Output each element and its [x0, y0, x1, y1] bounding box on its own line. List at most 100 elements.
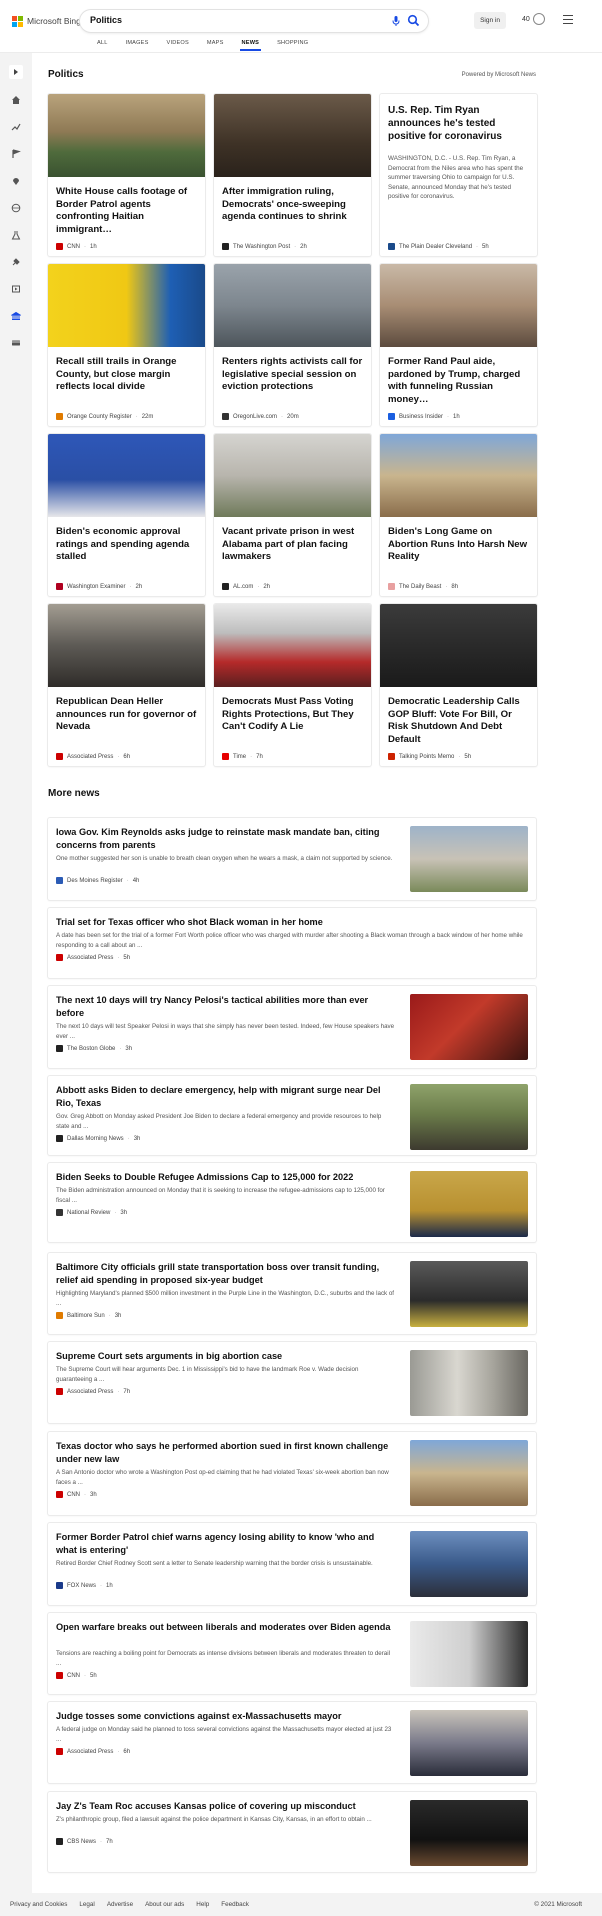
news-title[interactable]: Baltimore City officials grill state tra…: [56, 1261, 396, 1286]
border-patrol-horse-photo[interactable]: [48, 94, 205, 177]
news-list-item[interactable]: Former Border Patrol chief warns agency …: [48, 1523, 536, 1605]
card-title[interactable]: U.S. Rep. Tim Ryan announces he's tested…: [388, 104, 529, 143]
news-list-item[interactable]: Baltimore City officials grill state tra…: [48, 1253, 536, 1334]
card-title[interactable]: Vacant private prison in west Alabama pa…: [222, 526, 363, 564]
news-list-item[interactable]: Abbott asks Biden to declare emergency, …: [48, 1076, 536, 1155]
news-list-item[interactable]: Iowa Gov. Kim Reynolds asks judge to rei…: [48, 818, 536, 900]
card-title[interactable]: After immigration ruling, Democrats' onc…: [222, 186, 363, 224]
news-list-item[interactable]: Judge tosses some convictions against ex…: [48, 1702, 536, 1783]
source-name[interactable]: OregonLive.com: [233, 414, 277, 420]
source-name[interactable]: Business Insider: [399, 414, 443, 420]
news-thumbnail[interactable]: [410, 1621, 528, 1687]
source-name[interactable]: CNN: [67, 1492, 80, 1498]
search-box[interactable]: Politics: [80, 10, 428, 32]
source-name[interactable]: Associated Press: [67, 1749, 113, 1755]
expand-icon[interactable]: [9, 65, 23, 79]
news-title[interactable]: Judge tosses some convictions against ex…: [56, 1710, 396, 1723]
source-name[interactable]: The Daily Beast: [399, 584, 441, 590]
source-name[interactable]: CNN: [67, 1673, 80, 1679]
card-title[interactable]: White House calls footage of Border Patr…: [56, 186, 197, 236]
news-list-item[interactable]: Texas doctor who says he performed abort…: [48, 1432, 536, 1515]
news-card[interactable]: U.S. Rep. Tim Ryan announces he's tested…: [380, 94, 537, 256]
news-list-item[interactable]: Biden Seeks to Double Refugee Admissions…: [48, 1163, 536, 1242]
news-thumbnail[interactable]: [410, 994, 528, 1060]
news-title[interactable]: Iowa Gov. Kim Reynolds asks judge to rei…: [56, 826, 396, 851]
news-thumbnail[interactable]: [410, 1440, 528, 1506]
footer-link[interactable]: Legal: [79, 1901, 94, 1908]
news-title[interactable]: Biden Seeks to Double Refugee Admissions…: [56, 1171, 396, 1184]
footer-link[interactable]: About our ads: [145, 1901, 184, 1908]
source-name[interactable]: The Boston Globe: [67, 1046, 115, 1052]
world-icon[interactable]: [9, 201, 23, 215]
news-card[interactable]: Vacant private prison in west Alabama pa…: [214, 434, 371, 596]
hamburger-menu-icon[interactable]: [563, 15, 573, 24]
news-list-item[interactable]: Supreme Court sets arguments in big abor…: [48, 1342, 536, 1423]
source-name[interactable]: Dallas Morning News: [67, 1136, 124, 1142]
news-title[interactable]: Abbott asks Biden to declare emergency, …: [56, 1084, 396, 1109]
source-name[interactable]: National Review: [67, 1210, 110, 1216]
card-title[interactable]: Republican Dean Heller announces run for…: [56, 696, 197, 734]
footer-link[interactable]: Feedback: [221, 1901, 249, 1908]
news-list-item[interactable]: Jay Z's Team Roc accuses Kansas police o…: [48, 1792, 536, 1872]
news-thumbnail[interactable]: [410, 1350, 528, 1416]
flag-icon[interactable]: [9, 147, 23, 161]
source-name[interactable]: The Plain Dealer Cleveland: [399, 244, 472, 250]
news-card[interactable]: Recall still trails in Orange County, bu…: [48, 264, 205, 426]
pardons-paroles-sign-photo[interactable]: [214, 434, 371, 517]
source-name[interactable]: Associated Press: [67, 1389, 113, 1395]
news-card[interactable]: Biden's Long Game on Abortion Runs Into …: [380, 434, 537, 596]
news-title[interactable]: Former Border Patrol chief warns agency …: [56, 1531, 396, 1556]
news-thumbnail[interactable]: [410, 1800, 528, 1866]
footer-link[interactable]: Advertise: [107, 1901, 133, 1908]
card-title[interactable]: Recall still trails in Orange County, bu…: [56, 356, 197, 394]
source-name[interactable]: Associated Press: [67, 754, 113, 760]
tab-news[interactable]: NEWS: [233, 38, 269, 51]
news-title[interactable]: Jay Z's Team Roc accuses Kansas police o…: [56, 1800, 396, 1813]
news-list-item[interactable]: The next 10 days will try Nancy Pelosi's…: [48, 986, 536, 1068]
news-thumbnail[interactable]: [410, 1084, 528, 1150]
news-card[interactable]: White House calls footage of Border Patr…: [48, 94, 205, 256]
capitol-dome-photo[interactable]: [214, 264, 371, 347]
card-title[interactable]: Biden's economic approval ratings and sp…: [56, 526, 197, 564]
ballot-drop-box-photo[interactable]: [48, 264, 205, 347]
search-icon[interactable]: [407, 14, 420, 27]
footer-link[interactable]: Help: [196, 1901, 209, 1908]
location-icon[interactable]: [9, 174, 23, 188]
news-thumbnail[interactable]: [410, 1531, 528, 1597]
news-list-item[interactable]: Open warfare breaks out between liberals…: [48, 1613, 536, 1694]
politics-icon[interactable]: [9, 309, 23, 323]
home-icon[interactable]: [9, 93, 23, 107]
card-title[interactable]: Renters rights activists call for legisl…: [222, 356, 363, 394]
entertainment-icon[interactable]: [9, 282, 23, 296]
source-name[interactable]: CBS News: [67, 1839, 96, 1845]
money-icon[interactable]: [9, 336, 23, 350]
tab-images[interactable]: IMAGES: [117, 38, 158, 51]
source-name[interactable]: Time: [233, 754, 246, 760]
news-card[interactable]: After immigration ruling, Democrats' onc…: [214, 94, 371, 256]
source-name[interactable]: Associated Press: [67, 955, 113, 961]
news-card[interactable]: Former Rand Paul aide, pardoned by Trump…: [380, 264, 537, 426]
sports-icon[interactable]: [9, 255, 23, 269]
footer-link[interactable]: Privacy and Cookies: [10, 1901, 67, 1908]
heller-rally-photo[interactable]: [48, 604, 205, 687]
source-name[interactable]: CNN: [67, 244, 80, 250]
news-card[interactable]: Renters rights activists call for legisl…: [214, 264, 371, 426]
microphone-icon[interactable]: [390, 15, 402, 27]
card-title[interactable]: Former Rand Paul aide, pardoned by Trump…: [388, 356, 529, 406]
news-list-item[interactable]: Trial set for Texas officer who shot Bla…: [48, 908, 536, 978]
source-name[interactable]: Orange County Register: [67, 414, 132, 420]
news-title[interactable]: The next 10 days will try Nancy Pelosi's…: [56, 994, 396, 1019]
source-name[interactable]: FOX News: [67, 1583, 96, 1589]
news-title[interactable]: Trial set for Texas officer who shot Bla…: [56, 916, 526, 929]
voting-rights-rally-photo[interactable]: [214, 604, 371, 687]
card-title[interactable]: Democrats Must Pass Voting Rights Protec…: [222, 696, 363, 734]
tab-shopping[interactable]: SHOPPING: [268, 38, 317, 51]
science-icon[interactable]: [9, 228, 23, 242]
trending-icon[interactable]: [9, 120, 23, 134]
tab-maps[interactable]: MAPS: [198, 38, 233, 51]
news-thumbnail[interactable]: [410, 1261, 528, 1327]
news-title[interactable]: Supreme Court sets arguments in big abor…: [56, 1350, 396, 1363]
source-name[interactable]: Des Moines Register: [67, 878, 123, 884]
news-title[interactable]: Open warfare breaks out between liberals…: [56, 1621, 396, 1634]
sign-in-button[interactable]: Sign in: [474, 12, 506, 29]
